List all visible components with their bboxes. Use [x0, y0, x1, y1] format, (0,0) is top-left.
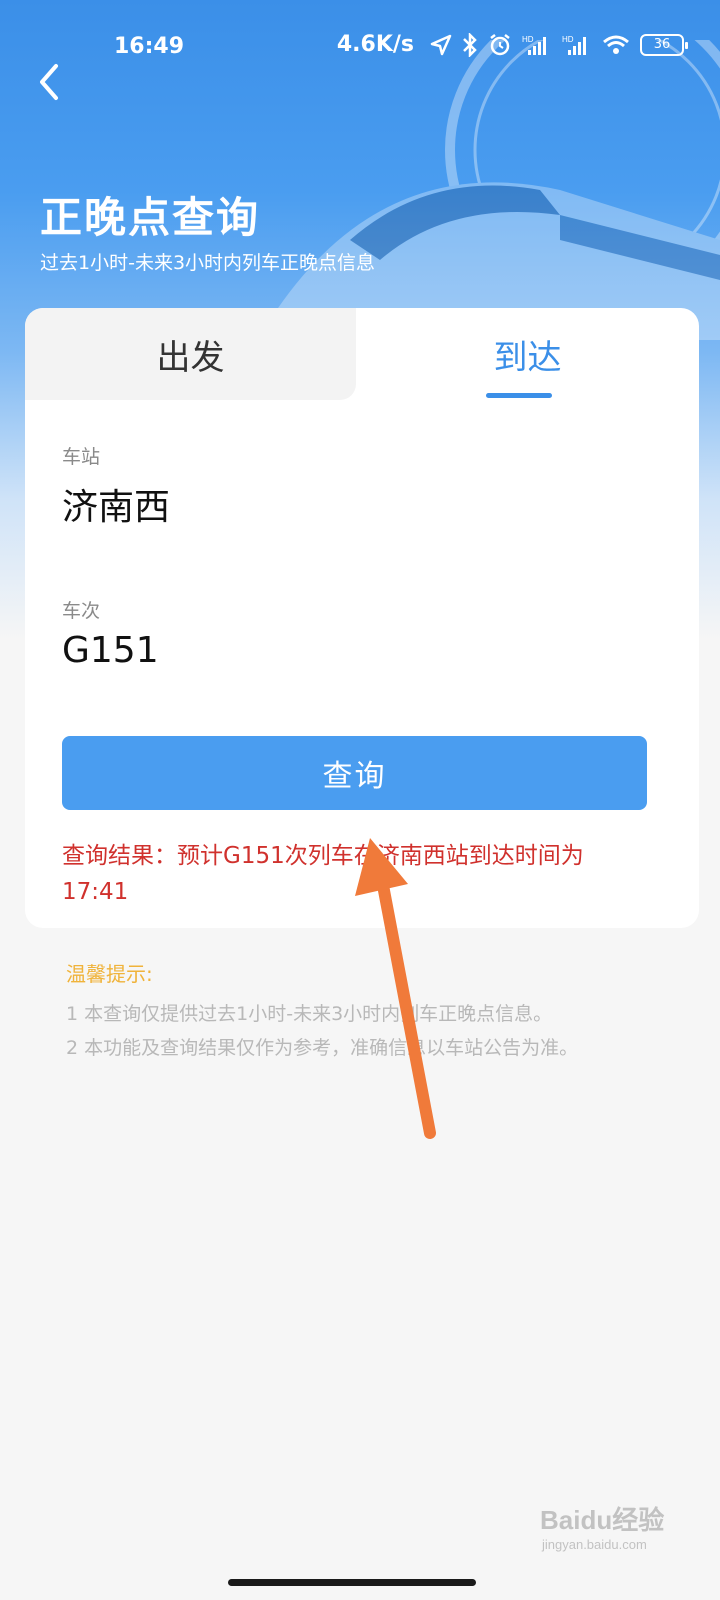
query-result: 查询结果：预计G151次列车在济南西站到达时间为17:41: [62, 843, 584, 905]
train-number-label: 车次: [62, 600, 101, 622]
status-time: 16:49: [114, 34, 185, 59]
tip-line: 2 本功能及查询结果仅作为参考，准确信息以车站公告为准。: [66, 1037, 579, 1059]
signal-icon: HD: [562, 35, 586, 55]
tips-section: 温馨提示: 1 本查询仅提供过去1小时-未来3小时内列车正晚点信息。 2 本功能…: [66, 958, 578, 1065]
tips-title: 温馨提示:: [66, 962, 153, 986]
tab-arrive[interactable]: 到达: [356, 308, 699, 400]
page-subtitle: 过去1小时-未来3小时内列车正晚点信息: [40, 252, 376, 274]
baidu-watermark-logo: Baidu经验 jingyan.baidu.com: [540, 1500, 680, 1570]
wifi-icon: [603, 35, 629, 54]
svg-text:HD: HD: [522, 35, 534, 44]
svg-text:HD: HD: [562, 35, 574, 44]
back-arrow-icon[interactable]: [30, 62, 70, 102]
status-icons: 4.6K/s HD HD 36: [336, 32, 688, 57]
station-label: 车站: [62, 446, 101, 468]
station-field[interactable]: 济南西: [62, 478, 170, 530]
query-button[interactable]: 查询: [62, 736, 647, 810]
tip-line: 1 本查询仅提供过去1小时-未来3小时内列车正晚点信息。: [66, 1003, 553, 1025]
tab-depart[interactable]: 出发: [25, 308, 356, 400]
alarm-icon: [490, 33, 510, 55]
network-speed: 4.6K/s: [336, 32, 414, 57]
location-icon: [430, 34, 452, 55]
home-indicator[interactable]: [228, 1579, 476, 1586]
watermark-brand: Baidu经验: [540, 1505, 665, 1535]
battery-icon: 36: [640, 33, 688, 56]
train-number-field[interactable]: G151: [62, 630, 159, 671]
signal-icon: HD: [522, 35, 546, 55]
active-tab-indicator: [486, 393, 552, 398]
page-title: 正晚点查询: [40, 193, 261, 242]
status-bar: 16:49 4.6K/s HD HD 36: [0, 0, 720, 96]
bluetooth-icon: [463, 32, 477, 57]
watermark-url: jingyan.baidu.com: [542, 1537, 647, 1552]
query-card: 出发 到达: [25, 308, 699, 928]
